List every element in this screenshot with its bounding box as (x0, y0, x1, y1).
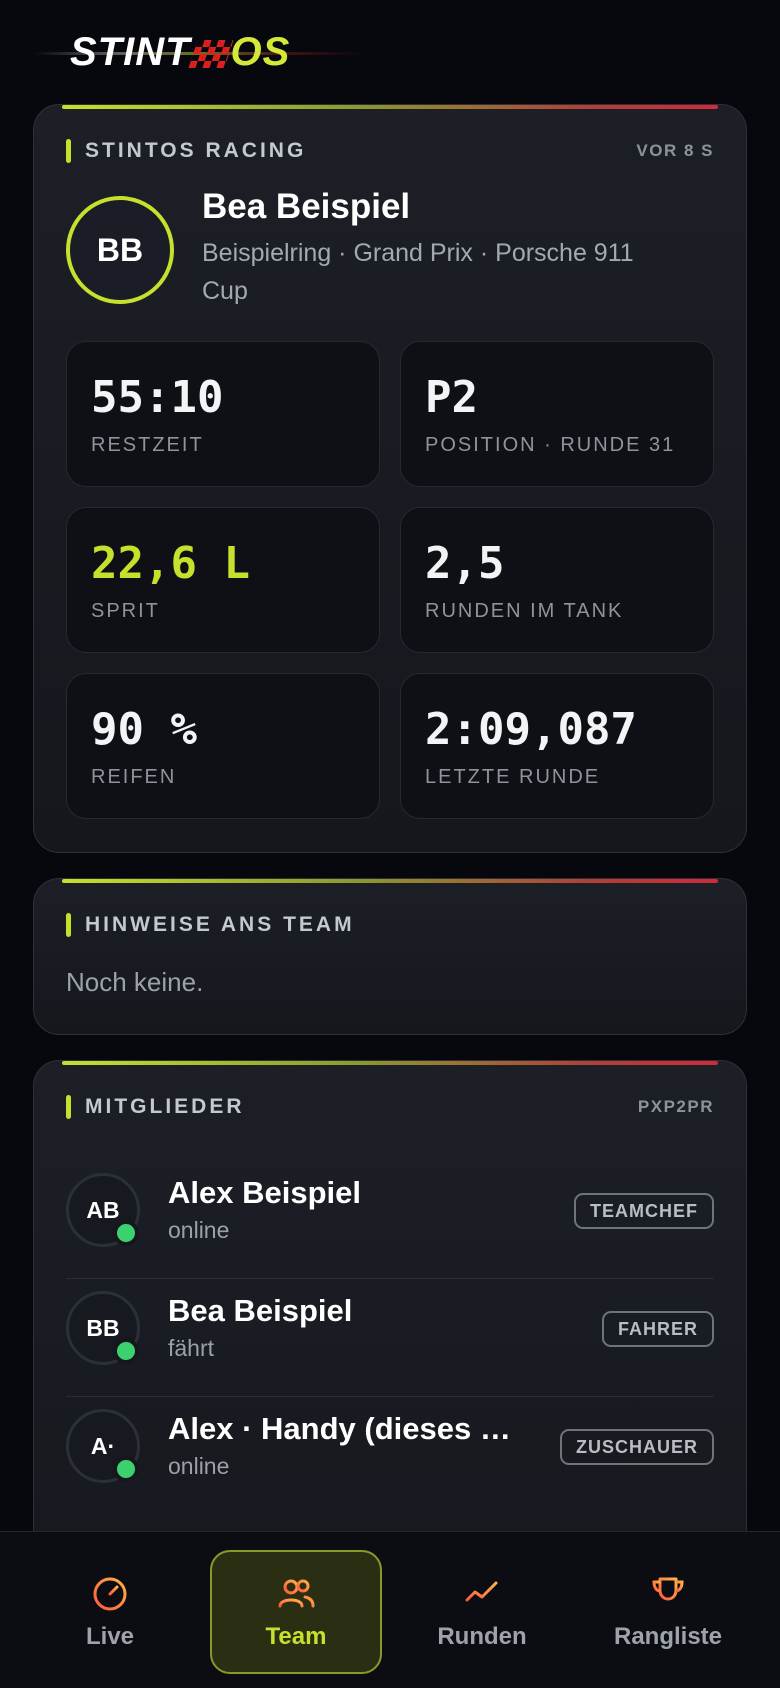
last-update: VOR 8 S (636, 141, 714, 160)
online-status-dot (113, 1338, 139, 1364)
stat-label: RUNDEN IM TANK (425, 600, 624, 622)
hints-empty-text: Noch keine. (66, 967, 204, 997)
member-name: Bea Beispiel (168, 1293, 353, 1328)
stat-tile-laps-in-tank: 2,5 RUNDEN IM TANK (400, 507, 714, 653)
nav-tab-team[interactable]: Team (210, 1550, 382, 1674)
trophy-icon (652, 1577, 684, 1609)
stat-tile-tyres: 90 % REIFEN (66, 673, 380, 819)
driver-name: Bea Beispiel (202, 187, 411, 226)
stat-value: 2,5 (425, 538, 505, 589)
app-logo: STINT OS (34, 22, 394, 78)
team-name-title: STINTOS RACING (66, 139, 306, 163)
stat-label: POSITION · RUNDE 31 (425, 434, 676, 456)
nav-label: Runden (437, 1623, 527, 1650)
stat-tile-position: P2 POSITION · RUNDE 31 (400, 341, 714, 487)
hints-title: HINWEISE ANS TEAM (66, 913, 355, 937)
member-name: Alex Beispiel (168, 1175, 361, 1210)
hints-card: HINWEISE ANS TEAM Noch keine. (33, 878, 747, 1035)
member-row[interactable]: BB Bea Beispiel fährt FAHRER (66, 1279, 714, 1397)
nav-tab-laps[interactable]: Runden (396, 1550, 568, 1674)
member-role-badge: TEAMCHEF (574, 1193, 714, 1229)
driver-card-header: STINTOS RACING VOR 8 S (66, 137, 714, 165)
hints-card-header: HINWEISE ANS TEAM (66, 911, 714, 939)
logo-text-left: STINT (70, 30, 191, 74)
nav-tab-live[interactable]: Live (24, 1550, 196, 1674)
member-status: fährt (168, 1335, 215, 1361)
nav-tab-leaderboard[interactable]: Rangliste (582, 1550, 754, 1674)
member-name: Alex · Handy (dieses … (168, 1411, 511, 1446)
title-accent-bar (66, 913, 71, 937)
card-accent-line (62, 105, 718, 109)
members-title-text: MITGLIEDER (85, 1095, 245, 1118)
members-title: MITGLIEDER (66, 1095, 245, 1119)
title-accent-bar (66, 1095, 71, 1119)
driver-card: STINTOS RACING VOR 8 S BB Bea Beispiel B… (33, 104, 747, 853)
member-role-badge: FAHRER (601, 1311, 714, 1347)
stat-value: 2:09,087 (425, 704, 637, 755)
card-accent-line (62, 879, 718, 883)
online-status-dot (113, 1456, 139, 1482)
title-accent-bar (66, 139, 71, 163)
stat-tile-remaining-time: 55:10 RESTZEIT (66, 341, 380, 487)
nav-label: Team (265, 1623, 327, 1650)
member-row[interactable]: A· Alex · Handy (dieses … online ZUSCHAU… (66, 1397, 714, 1515)
logo-text: STINT OS (70, 30, 290, 75)
team-name: STINTOS RACING (85, 139, 307, 162)
member-row[interactable]: AB Alex Beispiel online TEAMCHEF (66, 1161, 714, 1279)
stat-label: REIFEN (91, 766, 177, 788)
members-card-header: MITGLIEDER PXP2PR (66, 1093, 714, 1121)
chart-line-icon (464, 1581, 500, 1609)
logo-text-right: OS (230, 30, 291, 74)
hints-title-text: HINWEISE ANS TEAM (85, 913, 355, 936)
team-code: PXP2PR (637, 1097, 714, 1116)
stat-value: 22,6 L (91, 538, 250, 589)
stat-label: RESTZEIT (91, 434, 204, 456)
stat-tile-fuel: 22,6 L SPRIT (66, 507, 380, 653)
online-status-dot (113, 1220, 139, 1246)
checkered-flag-icon (187, 40, 234, 68)
driver-avatar: BB (66, 196, 174, 304)
stat-label: SPRIT (91, 600, 160, 622)
nav-label: Live (85, 1623, 135, 1650)
stat-value: P2 (425, 372, 478, 423)
session-info: Beispielring · Grand Prix · Porsche 911 … (202, 239, 634, 305)
gauge-icon (93, 1577, 127, 1611)
stat-value: 90 % (91, 704, 197, 755)
member-status: online (168, 1453, 230, 1479)
bottom-navigation: Live Team Runden Rangliste (0, 1531, 780, 1688)
stat-tile-last-lap: 2:09,087 LETZTE RUNDE (400, 673, 714, 819)
member-role-badge: ZUSCHAUER (559, 1429, 714, 1465)
stat-value: 55:10 (91, 372, 224, 423)
users-icon (278, 1579, 315, 1608)
card-accent-line (62, 1061, 718, 1065)
nav-label: Rangliste (613, 1623, 723, 1650)
stat-label: LETZTE RUNDE (425, 766, 601, 788)
member-status: online (168, 1217, 230, 1243)
